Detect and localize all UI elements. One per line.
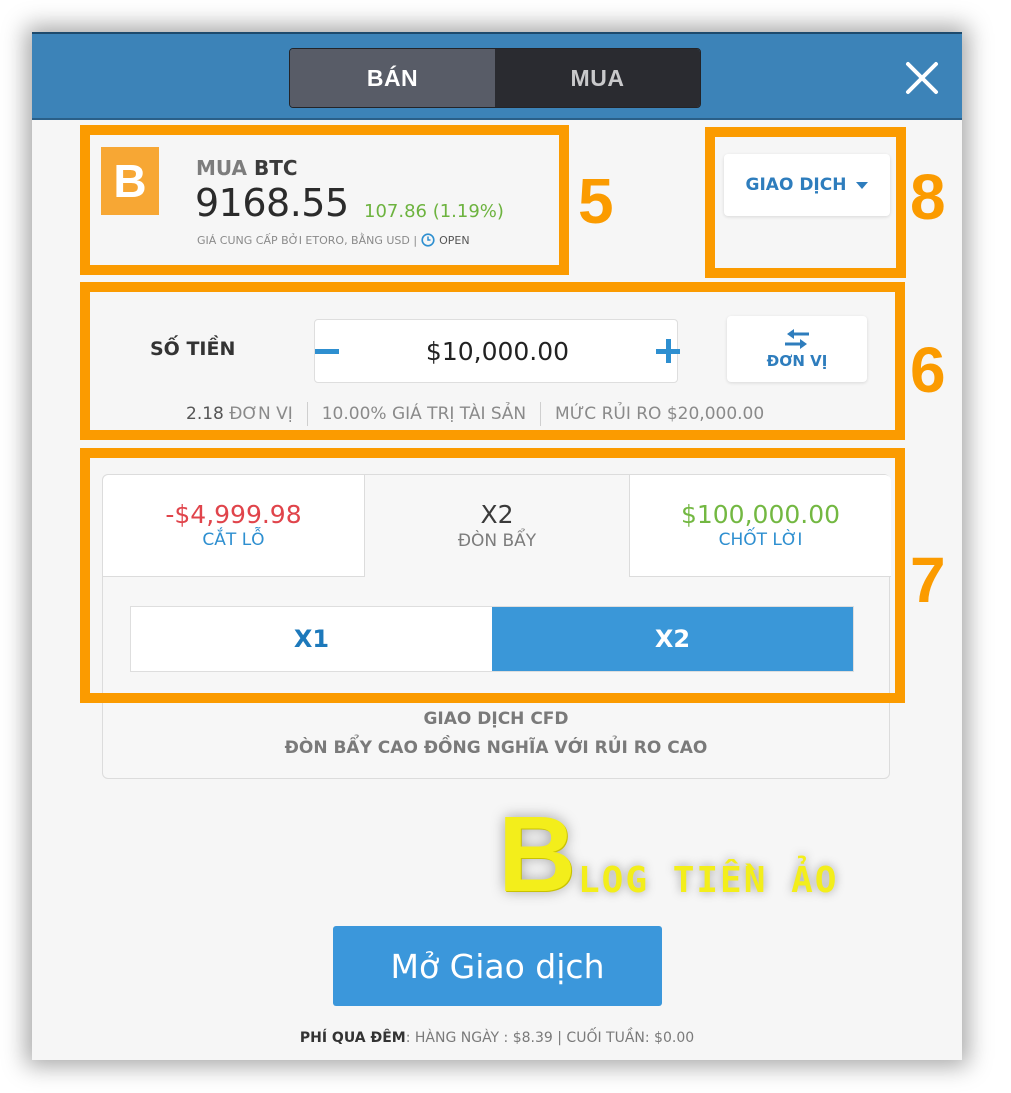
annotation-number-7: 7 bbox=[910, 544, 946, 616]
minus-icon bbox=[315, 348, 339, 354]
units-text: ĐƠN VỊ bbox=[229, 404, 293, 424]
risk-level: MỨC RỦI RO $20,000.00 bbox=[555, 404, 765, 424]
swap-arrows-icon bbox=[785, 329, 809, 349]
decrease-amount-button[interactable] bbox=[315, 320, 339, 382]
annotation-number-8: 8 bbox=[910, 161, 946, 233]
trade-type-dropdown[interactable]: GIAO DỊCH bbox=[724, 154, 890, 216]
buy-sell-toggle: BÁN MUA bbox=[289, 48, 701, 108]
overnight-fees-values: : HÀNG NGÀY : $8.39 | CUỐI TUẦN: $0.00 bbox=[405, 1030, 695, 1046]
annotation-box-7 bbox=[80, 448, 905, 703]
watermark-text: LOG TIỀN ẢO bbox=[578, 860, 839, 901]
units-label: ĐƠN VỊ bbox=[766, 352, 828, 370]
units-toggle-button[interactable]: ĐƠN VỊ bbox=[727, 316, 867, 382]
provider-text: GIÁ CUNG CẤP BỞI ETORO, BẰNG USD | bbox=[197, 233, 418, 247]
watermark-big-letter: B bbox=[498, 793, 576, 914]
separator bbox=[306, 402, 308, 426]
overnight-fees-label: PHÍ QUA ĐÊM bbox=[299, 1030, 406, 1046]
close-button[interactable] bbox=[902, 58, 942, 98]
overnight-fees: PHÍ QUA ĐÊM: HÀNG NGÀY : $8.39 | CUỐI TU… bbox=[0, 1030, 994, 1046]
amount-input[interactable] bbox=[339, 320, 656, 382]
cfd-warning-text: ĐÒN BẨY CAO ĐỒNG NGHĨA VỚI RỦI RO CAO bbox=[284, 738, 708, 758]
asset-value-percent: 10.00% GIÁ TRỊ TÀI SẢN bbox=[321, 404, 527, 424]
separator bbox=[540, 402, 542, 426]
asset-action: MUA bbox=[196, 156, 248, 180]
amount-label: SỐ TIỀN bbox=[150, 338, 236, 360]
sell-tab[interactable]: BÁN bbox=[290, 49, 495, 107]
buy-tab[interactable]: MUA bbox=[495, 49, 700, 107]
increase-amount-button[interactable] bbox=[656, 320, 680, 382]
close-icon bbox=[906, 62, 938, 94]
plus-icon bbox=[656, 339, 680, 363]
price-provider: GIÁ CUNG CẤP BỞI ETORO, BẰNG USD | OPEN bbox=[197, 233, 470, 247]
caret-down-icon bbox=[856, 181, 869, 189]
units-count: 2.18 bbox=[186, 404, 224, 424]
clock-icon bbox=[421, 233, 435, 247]
asset-price: 9168.55 bbox=[195, 181, 349, 225]
annotation-number-5: 5 bbox=[578, 165, 614, 237]
amount-info: 2.18 ĐƠN VỊ 10.00% GIÁ TRỊ TÀI SẢN MỨC R… bbox=[186, 402, 764, 426]
market-status: OPEN bbox=[439, 233, 470, 247]
bitcoin-icon: B bbox=[101, 147, 159, 215]
dialog-header: BÁN MUA bbox=[32, 32, 962, 120]
blog-watermark-logo: B LOG TIỀN ẢO bbox=[494, 800, 844, 910]
amount-stepper bbox=[314, 319, 680, 383]
open-trade-button[interactable]: Mở Giao dịch bbox=[333, 926, 662, 1006]
cfd-warning: GIAO DỊCH CFD ĐÒN BẨY CAO ĐỒNG NGHĨA VỚI… bbox=[102, 705, 890, 763]
annotation-number-6: 6 bbox=[910, 334, 946, 406]
asset-symbol: BTC bbox=[253, 156, 298, 180]
bitcoin-glyph: B bbox=[113, 155, 147, 207]
price-change: 107.86 (1.19%) bbox=[364, 201, 504, 222]
cfd-warning-title: GIAO DỊCH CFD bbox=[423, 709, 569, 729]
trade-type-label: GIAO DỊCH bbox=[745, 175, 847, 195]
asset-title: MUA BTC bbox=[196, 156, 298, 180]
